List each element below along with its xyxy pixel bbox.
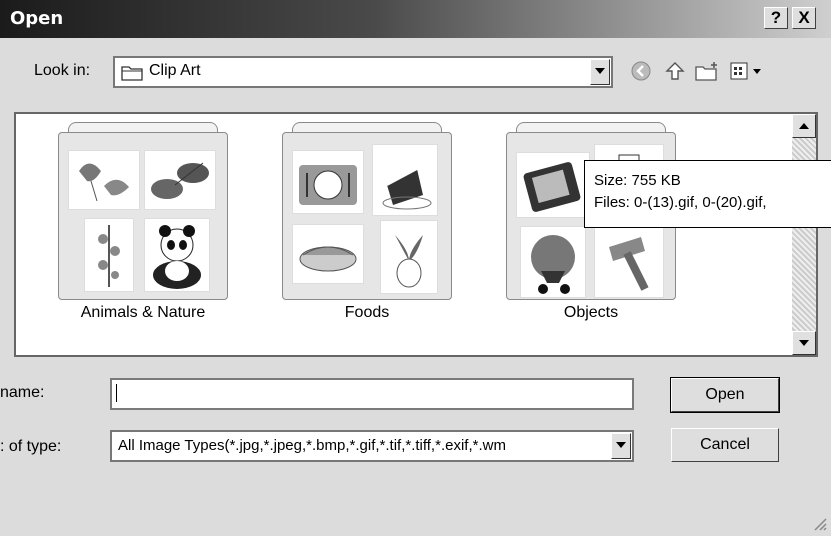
lookin-combobox[interactable]: Clip Art xyxy=(113,56,613,88)
sandwich-icon xyxy=(292,224,364,284)
hammer-icon xyxy=(594,226,664,298)
resize-grip-icon[interactable] xyxy=(811,515,827,531)
calculator-icon xyxy=(516,152,590,218)
tooltip-size: Size: 755 KB xyxy=(594,172,681,189)
back-icon[interactable] xyxy=(628,58,654,84)
open-button[interactable]: Open xyxy=(670,377,780,413)
filename-label: name: xyxy=(0,384,45,401)
help-button[interactable]: ? xyxy=(764,7,788,29)
radish-icon xyxy=(380,220,438,294)
views-menu-icon[interactable] xyxy=(728,58,768,84)
folder-item-animals-nature[interactable] xyxy=(58,122,228,300)
red-leaves-icon xyxy=(144,150,216,210)
filetype-combobox[interactable]: All Image Types(*.jpg,*.jpeg,*.bmp,*.gif… xyxy=(110,430,634,462)
title-bar: Open ? X xyxy=(0,0,831,38)
file-list[interactable]: Animals & Nature Foods Objects xyxy=(14,112,818,357)
panda-icon xyxy=(144,218,210,292)
chevron-down-icon[interactable] xyxy=(611,433,631,459)
tooltip-files: Files: 0-(13).gif, 0-(20).gif, xyxy=(594,194,767,211)
folder-label[interactable]: Foods xyxy=(282,304,452,322)
stroller-icon xyxy=(520,226,586,298)
folder-tooltip: Size: 755 KB Files: 0-(13).gif, 0-(20).g… xyxy=(584,160,831,228)
scroll-down-button[interactable] xyxy=(792,331,816,355)
lookin-label: Look in: xyxy=(34,62,91,79)
folder-label[interactable]: Objects xyxy=(506,304,676,322)
chevron-down-icon[interactable] xyxy=(590,59,610,85)
cherry-blossom-icon xyxy=(84,218,134,292)
close-button[interactable]: X xyxy=(792,7,816,29)
filetype-label: : of type: xyxy=(0,438,62,455)
lookin-value: Clip Art xyxy=(149,62,201,79)
new-folder-icon[interactable] xyxy=(694,58,720,84)
folder-item-foods[interactable] xyxy=(282,122,452,300)
dinner-plate-icon xyxy=(292,150,364,214)
up-folder-icon[interactable] xyxy=(662,58,688,84)
filename-input[interactable] xyxy=(110,378,634,410)
cancel-button[interactable]: Cancel xyxy=(671,428,779,462)
filetype-value: All Image Types(*.jpg,*.jpeg,*.bmp,*.gif… xyxy=(118,437,506,454)
text-cursor xyxy=(116,384,117,403)
scroll-up-button[interactable] xyxy=(792,114,816,138)
ginkgo-leaves-icon xyxy=(68,150,140,210)
folder-icon xyxy=(121,63,143,86)
folder-label[interactable]: Animals & Nature xyxy=(58,304,228,322)
vertical-scrollbar[interactable] xyxy=(792,114,816,355)
cake-slice-icon xyxy=(372,144,438,216)
dialog-title: Open xyxy=(10,8,64,29)
